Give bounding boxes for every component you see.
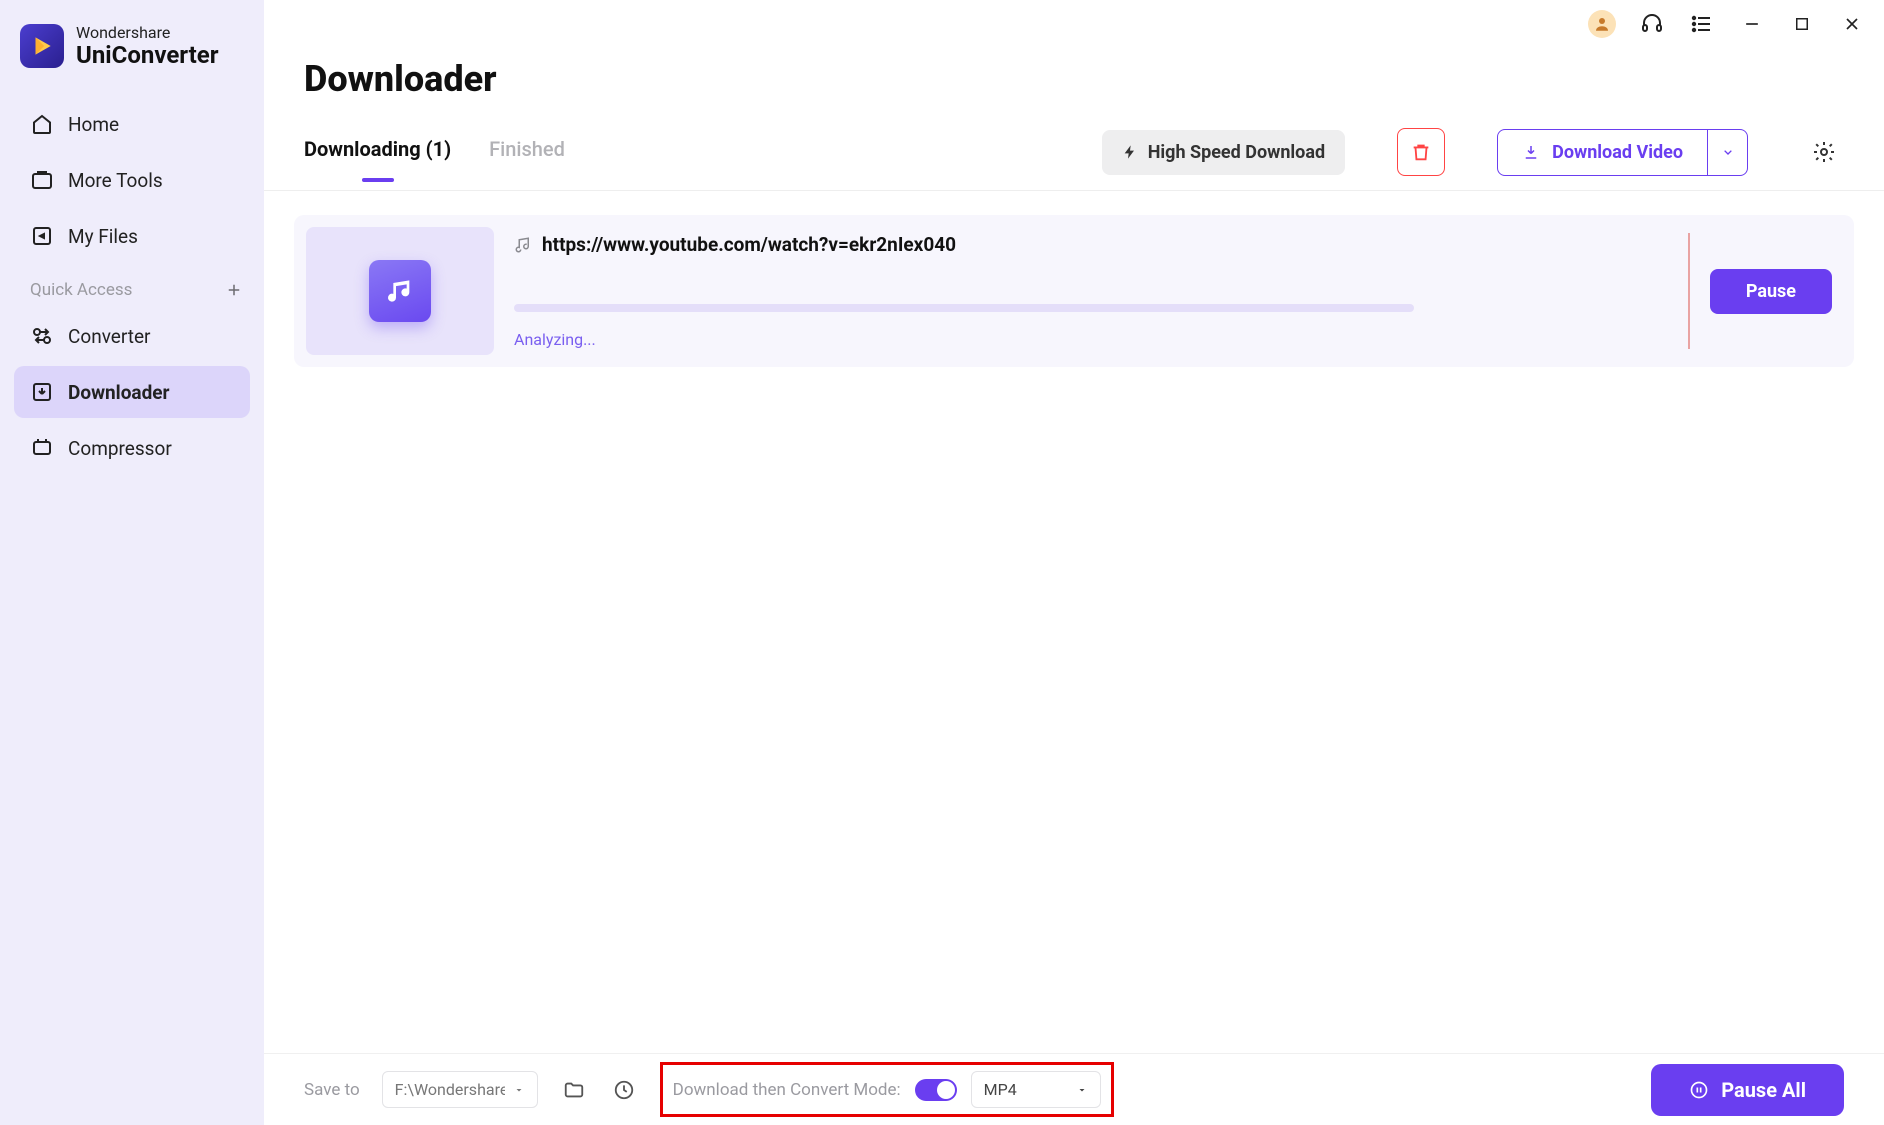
pause-all-label: Pause All	[1721, 1078, 1806, 1102]
download-video-group: Download Video	[1497, 129, 1748, 176]
pause-button[interactable]: Pause	[1710, 269, 1832, 314]
brand-line1: Wondershare	[76, 24, 219, 42]
item-details: https://www.youtube.com/watch?v=ekr2nIex…	[514, 227, 1668, 355]
bolt-icon	[1122, 144, 1138, 160]
sidebar-item-converter[interactable]: Converter	[14, 310, 250, 362]
compressor-icon	[30, 436, 54, 460]
app-logo: Wondershare UniConverter	[0, 24, 264, 98]
item-actions: Pause	[1688, 233, 1842, 349]
gear-icon	[1812, 140, 1836, 164]
page-title: Downloader	[264, 38, 1884, 100]
nav: Home More Tools My Files	[0, 98, 264, 262]
close-button[interactable]	[1838, 10, 1866, 38]
sidebar-item-label: My Files	[68, 225, 138, 248]
home-icon	[30, 112, 54, 136]
sidebar-item-label: Downloader	[68, 381, 170, 404]
brand-line2: UniConverter	[76, 42, 219, 68]
music-note-icon	[514, 236, 532, 254]
chevron-down-icon	[1076, 1084, 1088, 1096]
footer: Save to F:\Wondershare U Download then C…	[264, 1053, 1884, 1125]
support-button[interactable]	[1638, 10, 1666, 38]
sidebar-item-compressor[interactable]: Compressor	[14, 422, 250, 474]
download-video-dropdown[interactable]	[1708, 129, 1748, 176]
sidebar-item-home[interactable]: Home	[14, 98, 250, 150]
high-speed-label: High Speed Download	[1148, 142, 1325, 163]
tab-downloading[interactable]: Downloading (1)	[304, 137, 451, 181]
convert-mode-highlight: Download then Convert Mode: MP4	[660, 1062, 1114, 1117]
converter-icon	[30, 324, 54, 348]
downloader-icon	[30, 380, 54, 404]
save-to-path: F:\Wondershare U	[395, 1080, 505, 1099]
pause-all-button[interactable]: Pause All	[1651, 1064, 1844, 1116]
main: Downloader Downloading (1) Finished High…	[264, 0, 1884, 1125]
item-status: Analyzing...	[514, 330, 1668, 349]
history-button[interactable]	[610, 1076, 638, 1104]
high-speed-download-button[interactable]: High Speed Download	[1102, 130, 1345, 175]
tab-finished[interactable]: Finished	[489, 137, 565, 181]
sidebar: Wondershare UniConverter Home More Tools…	[0, 0, 264, 1125]
open-folder-button[interactable]	[560, 1076, 588, 1104]
chevron-down-icon	[1720, 144, 1736, 160]
save-to-path-select[interactable]: F:\Wondershare U	[382, 1071, 538, 1108]
download-icon	[1522, 143, 1540, 161]
format-select[interactable]: MP4	[971, 1071, 1101, 1108]
sidebar-item-label: Home	[68, 113, 119, 136]
save-to-label: Save to	[304, 1080, 360, 1100]
progress-bar	[514, 304, 1414, 312]
titlebar	[264, 0, 1884, 38]
sidebar-item-more-tools[interactable]: More Tools	[14, 154, 250, 206]
chevron-down-icon	[513, 1084, 525, 1096]
sidebar-item-label: Converter	[68, 325, 151, 348]
convert-mode-label: Download then Convert Mode:	[673, 1080, 901, 1100]
music-icon	[369, 260, 431, 322]
trash-icon	[1410, 141, 1432, 163]
item-url: https://www.youtube.com/watch?v=ekr2nIex…	[542, 233, 956, 256]
sidebar-item-label: Compressor	[68, 437, 172, 460]
delete-button[interactable]	[1397, 128, 1445, 176]
quick-access-label: Quick Access	[30, 280, 132, 300]
tools-icon	[30, 168, 54, 192]
download-video-button[interactable]: Download Video	[1497, 129, 1708, 176]
sidebar-item-downloader[interactable]: Downloader	[14, 366, 250, 418]
tabs-row: Downloading (1) Finished High Speed Down…	[264, 100, 1884, 191]
sidebar-item-my-files[interactable]: My Files	[14, 210, 250, 262]
download-item: https://www.youtube.com/watch?v=ekr2nIex…	[294, 215, 1854, 367]
settings-button[interactable]	[1804, 132, 1844, 172]
files-icon	[30, 224, 54, 248]
app-logo-mark	[20, 24, 64, 68]
quick-access-header: Quick Access	[0, 262, 264, 310]
minimize-button[interactable]	[1738, 10, 1766, 38]
sidebar-item-label: More Tools	[68, 169, 163, 192]
menu-button[interactable]	[1688, 10, 1716, 38]
account-button[interactable]	[1588, 10, 1616, 38]
pause-icon	[1689, 1080, 1709, 1100]
download-list: https://www.youtube.com/watch?v=ekr2nIex…	[264, 191, 1884, 1053]
quick-access-nav: Converter Downloader Compressor	[0, 310, 264, 474]
format-value: MP4	[984, 1080, 1017, 1099]
maximize-button[interactable]	[1788, 10, 1816, 38]
item-thumbnail	[306, 227, 494, 355]
convert-mode-toggle[interactable]	[915, 1079, 957, 1101]
add-quick-access-button[interactable]	[224, 280, 244, 300]
download-video-label: Download Video	[1552, 142, 1683, 163]
